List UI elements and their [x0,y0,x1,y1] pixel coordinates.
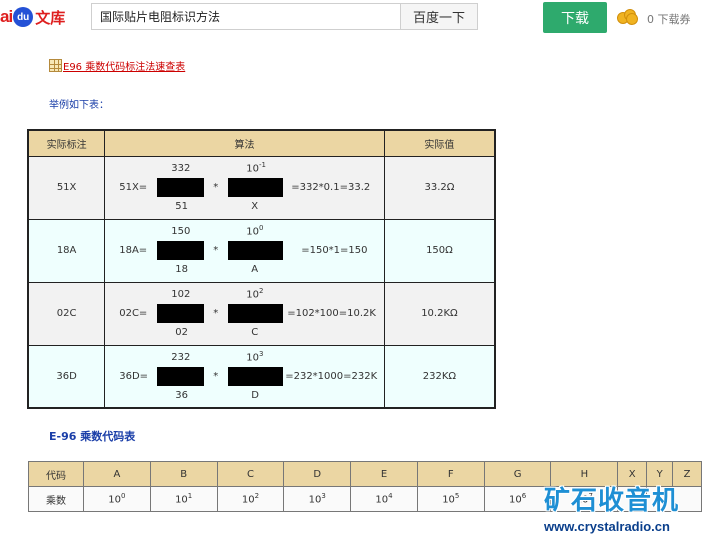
calc-code: 51 [175,200,188,212]
logo-text-wenku: 文库 [35,8,66,27]
calc-code: 36 [175,389,188,401]
watermark-url: www.crystalradio.cn [544,519,670,534]
calc-multiply: * [213,244,219,256]
logo-paw-icon: du [13,7,34,27]
table-header-row: 实际标注 算法 实际值 [27,129,496,157]
code-cell: B [149,461,218,487]
watermark-text: 矿石收音机 [544,486,680,516]
calc-result: =332*0.1=33.2 [291,181,371,193]
calc-significant: 102 [171,288,191,300]
calc-result: =102*100=10.2K [287,307,376,319]
header-algorithm: 算法 [104,129,385,157]
multiplier-cell: 106 [483,486,552,512]
calc-letter: D [251,389,259,401]
marking-cell: 51X [27,155,106,220]
value-cell: 33.2Ω [383,155,496,220]
code-row-label: 代码 [28,461,84,487]
table-row: 02C 02C= 102 02 * 102 C =102*100=10.2K 1… [27,281,496,346]
baidu-wenku-logo[interactable]: ai du 文库 [0,4,65,30]
calc-multiplier: 10-1 [246,160,266,174]
code-cell: G [483,461,552,487]
code-cell: E [350,461,418,487]
calc-code: 02 [175,326,188,338]
multiplier-cell: 105 [416,486,485,512]
search-input[interactable] [91,3,400,30]
calc-multiplier: 102 [246,286,264,300]
value-cell: 150Ω [383,218,496,283]
value-cell: 10.2KΩ [383,281,496,346]
calc-significant: 150 [171,225,191,237]
header-value: 实际值 [383,129,496,157]
calc-significant: 232 [171,351,191,363]
multiplier-row-label: 乘数 [28,486,84,512]
algorithm-cell: 51X= 332 51 * 10-1 X =332*0.1=33.2 [104,155,385,220]
marking-cell: 36D [27,344,106,409]
calc-lhs: 51X= [119,181,148,193]
quick-ref-link-row[interactable]: E96 乘数代码标注法速查表 [49,58,185,73]
redaction-box [157,177,205,197]
calc-code: 18 [175,263,188,275]
calc-multiply: * [213,307,219,319]
calc-result: =150*1=150 [301,244,368,256]
calc-significant: 332 [171,162,191,174]
redaction-box [157,303,205,323]
table-row: 18A 18A= 150 18 * 100 A =150*1=150 150Ω [27,218,496,283]
algorithm-cell: 02C= 102 02 * 102 C =102*100=10.2K [104,281,385,346]
search-button[interactable]: 百度一下 [400,3,478,30]
redaction-box [157,366,205,386]
calculation-table: 实际标注 算法 实际值 51X 51X= 332 51 * 10-1 X =33… [27,129,496,409]
watermark: 矿石收音机 www.crystalradio.cn [544,480,710,534]
download-ticket-count: 0 下载券 [647,13,691,26]
redaction-box [157,240,205,260]
redaction-box [228,177,284,197]
calc-letter: C [251,326,259,338]
table-icon [49,59,62,72]
calc-result: =232*1000=232K [285,370,378,382]
multiplier-cell: 100 [83,486,151,512]
calc-multiply: * [213,370,219,382]
calc-letter: X [251,200,259,212]
calc-lhs: 02C= [119,307,148,319]
multiplier-cell: 103 [283,486,352,512]
marking-cell: 02C [27,281,106,346]
quick-ref-link[interactable]: E96 乘数代码标注法速查表 [63,58,185,73]
download-button[interactable]: 下载 [543,2,607,33]
value-cell: 232KΩ [383,344,496,409]
calc-lhs: 18A= [119,244,148,256]
calc-multiply: * [213,181,219,193]
calc-multiplier: 103 [246,349,264,363]
code-cell: D [283,461,352,487]
code-cell: C [216,461,285,487]
e96-table-title: E-96 乘数代码表 [49,430,136,443]
header-marking: 实际标注 [27,129,106,157]
algorithm-cell: 18A= 150 18 * 100 A =150*1=150 [104,218,385,283]
redaction-box [228,366,284,386]
algorithm-cell: 36D= 232 36 * 103 D =232*1000=232K [104,344,385,409]
multiplier-cell: 104 [350,486,418,512]
logo-text-ai: ai [0,7,13,26]
table-row: 36D 36D= 232 36 * 103 D =232*1000=232K 2… [27,344,496,409]
table-row: 51X 51X= 332 51 * 10-1 X =332*0.1=33.2 3… [27,155,496,220]
redaction-box [228,303,284,323]
example-label: 举例如下表： [49,100,109,111]
marking-cell: 18A [27,218,106,283]
code-cell: F [416,461,485,487]
code-cell: A [83,461,151,487]
coins-icon [617,9,639,25]
calc-lhs: 36D= [119,370,149,382]
redaction-box [228,240,284,260]
multiplier-cell: 102 [216,486,285,512]
multiplier-cell: 101 [149,486,218,512]
calc-letter: A [251,263,259,275]
calc-multiplier: 100 [246,223,264,237]
